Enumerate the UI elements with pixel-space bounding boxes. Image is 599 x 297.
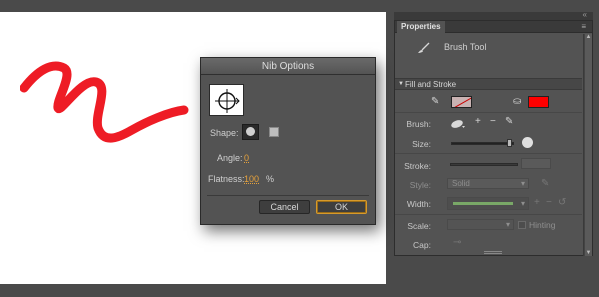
angle-value[interactable]: 0 <box>244 153 249 163</box>
collapse-icon[interactable]: « <box>583 10 587 19</box>
size-slider-handle[interactable] <box>507 139 513 147</box>
reset-icon[interactable]: ↺ <box>558 198 566 208</box>
red-brush-stroke <box>20 61 189 143</box>
width-profile-select[interactable]: ▾ <box>447 197 529 210</box>
size-row: Size: <box>395 132 582 154</box>
scroll-down-icon[interactable]: ▼ <box>584 250 593 256</box>
chevron-down-icon: ▾ <box>520 199 525 208</box>
width-row: Width: ▾ + − ↺ <box>395 193 582 215</box>
expand-triangle-icon: ▼ <box>398 81 404 87</box>
brush-label: Brush: <box>406 119 431 129</box>
brush-row: Brush: + − ✎ <box>395 114 582 132</box>
cap-style-icon[interactable]: ⊸ <box>453 238 461 248</box>
style-label: Style: <box>409 180 431 190</box>
flatness-value[interactable]: 100 <box>244 174 259 184</box>
section-title: Fill and Stroke <box>405 80 457 89</box>
tool-info-row: Brush Tool <box>395 34 582 78</box>
scale-select[interactable]: ▾ <box>447 219 514 230</box>
scale-row: Scale: ▾ Hinting <box>395 216 582 236</box>
chevron-down-icon: ▾ <box>520 179 525 188</box>
pencil-icon[interactable]: ✎ <box>541 179 549 189</box>
scroll-up-icon[interactable]: ▲ <box>584 34 593 40</box>
panel-tab-bar: Properties ≡ <box>395 21 592 33</box>
paint-bucket-icon: ⛀ <box>513 96 522 107</box>
stroke-row: Stroke: <box>395 155 582 175</box>
style-select[interactable]: Solid ▾ <box>447 178 529 189</box>
size-label: Size: <box>412 139 431 149</box>
stroke-value-field[interactable] <box>521 158 551 169</box>
shape-square-button[interactable] <box>269 127 279 137</box>
width-label: Width: <box>406 199 431 209</box>
plus-icon[interactable]: + <box>534 198 540 208</box>
style-value: Solid <box>452 179 470 188</box>
style-row: Style: Solid ▾ ✎ <box>395 175 582 193</box>
brush-icon <box>418 42 430 53</box>
tool-name: Brush Tool <box>444 42 487 52</box>
cap-label: Cap: <box>413 240 431 250</box>
minus-icon[interactable]: − <box>546 198 552 208</box>
panel-resize-grip[interactable] <box>484 251 502 254</box>
hinting-label: Hinting <box>529 220 556 230</box>
shape-label: Shape: <box>210 128 239 138</box>
fill-color-swatch[interactable] <box>528 96 549 108</box>
nib-options-dialog: Nib Options Shape: Angle: 0 Flatness: 10… <box>200 57 376 225</box>
fill-and-stroke-section-header[interactable]: ▼ Fill and Stroke <box>395 78 582 90</box>
width-profile-preview <box>453 202 513 205</box>
flatness-label: Flatness: <box>208 174 245 184</box>
angle-label: Angle: <box>217 153 243 163</box>
stroke-slider-track[interactable] <box>450 163 518 166</box>
plus-icon[interactable]: + <box>475 117 481 127</box>
dialog-divider <box>207 195 369 196</box>
cancel-button[interactable]: Cancel <box>259 200 310 214</box>
nib-preview <box>209 84 244 116</box>
tab-properties[interactable]: Properties <box>397 21 445 33</box>
pencil-icon[interactable]: ✎ <box>505 117 513 127</box>
nib-crosshair-icon <box>215 89 240 113</box>
dialog-title: Nib Options <box>201 58 375 75</box>
size-slider-track[interactable] <box>451 142 514 145</box>
hinting-checkbox[interactable] <box>518 221 526 229</box>
scale-label: Scale: <box>407 221 431 231</box>
panel-scrollbar[interactable]: ▲ ▼ <box>583 34 592 256</box>
menu-icon[interactable]: ≡ <box>581 21 586 33</box>
round-shape-icon <box>246 127 255 136</box>
stroke-color-swatch[interactable] <box>451 96 472 108</box>
flatness-unit: % <box>266 174 275 184</box>
brush-shape-icon[interactable] <box>450 119 466 129</box>
scrollbar-thumb[interactable] <box>585 34 592 256</box>
size-preview-dot <box>522 137 533 148</box>
ok-button[interactable]: OK <box>316 200 367 214</box>
minus-icon[interactable]: − <box>490 117 496 127</box>
properties-panel: Properties ≡ Brush Tool ▼ Fill and Strok… <box>394 20 593 256</box>
color-row: ✎ ⛀ <box>395 92 582 113</box>
panel-dock-bar: « <box>394 10 593 20</box>
stroke-label: Stroke: <box>404 161 431 171</box>
shape-round-button[interactable] <box>242 124 259 140</box>
pencil-icon: ✎ <box>431 96 440 107</box>
chevron-down-icon: ▾ <box>505 220 510 229</box>
